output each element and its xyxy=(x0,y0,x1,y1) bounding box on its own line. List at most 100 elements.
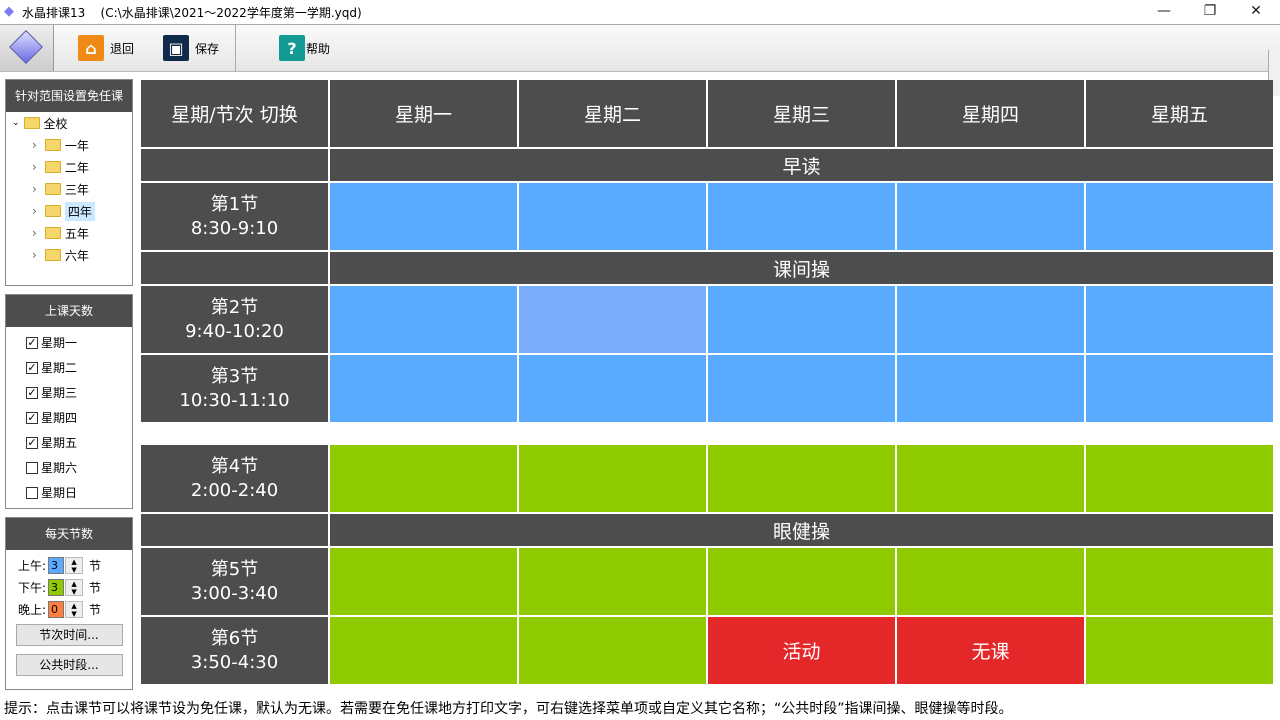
expand-arrow-icon[interactable]: › xyxy=(32,138,37,152)
schedule-cell[interactable]: 无课 xyxy=(897,617,1084,684)
evening-periods-row: 晚上:0▲▼ 节 xyxy=(6,598,132,620)
checkbox-icon[interactable]: ✓ xyxy=(26,362,38,374)
afternoon-spinner[interactable]: ▲▼ xyxy=(65,579,83,596)
maximize-button[interactable]: ❐ xyxy=(1187,0,1233,24)
schedule-cell[interactable] xyxy=(519,548,706,615)
checkbox-icon[interactable]: ✓ xyxy=(26,412,38,424)
days-panel: 上课天数 ✓星期一✓星期二✓星期三✓星期四✓星期五星期六星期日 xyxy=(5,294,133,509)
period-name: 第5节 xyxy=(211,558,258,582)
status-bar: 提示：点击课节可以将课节设为免任课，默认为无课。若需要在免任课地方打印文字，可右… xyxy=(0,698,1280,720)
checkbox-icon[interactable] xyxy=(26,487,38,499)
app-title: 水晶排课13 xyxy=(22,6,85,20)
schedule-cell[interactable] xyxy=(519,445,706,512)
public-period-row[interactable]: 课间操 xyxy=(330,252,1273,284)
expand-arrow-icon[interactable]: › xyxy=(32,248,37,262)
tree-label: 三年 xyxy=(65,181,89,198)
schedule-cell[interactable] xyxy=(330,286,517,353)
day-checkbox[interactable]: ✓星期二 xyxy=(6,355,132,380)
schedule-cell[interactable] xyxy=(1086,445,1273,512)
schedule-cell[interactable] xyxy=(897,548,1084,615)
unit-label: 节 xyxy=(89,579,101,596)
app-icon: ◆ xyxy=(4,4,14,19)
schedule-cell[interactable]: 活动 xyxy=(708,617,895,684)
schedule-cell[interactable] xyxy=(708,355,895,422)
scope-panel-title: 针对范围设置免任课 xyxy=(6,80,132,112)
unit-label: 节 xyxy=(89,557,101,574)
tree-item-grade[interactable]: › 三年 xyxy=(6,178,132,200)
evening-spinner[interactable]: ▲▼ xyxy=(65,601,83,618)
schedule-cell[interactable] xyxy=(1086,548,1273,615)
tree-label: 二年 xyxy=(65,159,89,176)
schedule-cell[interactable] xyxy=(330,617,517,684)
period-name: 第4节 xyxy=(211,455,258,479)
day-label: 星期四 xyxy=(41,409,77,426)
checkbox-icon[interactable]: ✓ xyxy=(26,437,38,449)
expand-arrow-icon[interactable]: › xyxy=(32,182,37,196)
crystal-logo-icon[interactable] xyxy=(0,25,54,71)
period-label: 第5节3:00-3:40 xyxy=(141,548,328,615)
day-checkbox[interactable]: ✓星期五 xyxy=(6,430,132,455)
evening-label: 晚上: xyxy=(18,601,46,618)
back-label: 退回 xyxy=(110,40,134,57)
tree-item-grade[interactable]: ›六年 xyxy=(6,244,132,266)
schedule-cell[interactable] xyxy=(897,445,1084,512)
public-period-button[interactable]: 公共时段... xyxy=(16,654,123,676)
folder-icon xyxy=(45,161,61,173)
expand-arrow-icon[interactable]: › xyxy=(32,226,37,240)
back-button[interactable]: ⌂ 退回 xyxy=(78,35,134,61)
checkbox-icon[interactable] xyxy=(26,462,38,474)
period-time-button[interactable]: 节次时间... xyxy=(16,624,123,646)
tree-item-grade[interactable]: ›一年 xyxy=(6,134,132,156)
expand-arrow-icon[interactable]: › xyxy=(32,204,37,218)
schedule-cell[interactable] xyxy=(330,183,517,250)
day-checkbox[interactable]: 星期日 xyxy=(6,480,132,505)
period-label: 第6节3:50-4:30 xyxy=(141,617,328,684)
schedule-cell[interactable] xyxy=(519,617,706,684)
schedule-cell[interactable] xyxy=(708,286,895,353)
day-checkbox[interactable]: ✓星期一 xyxy=(6,330,132,355)
tree-root[interactable]: ⌄全校 xyxy=(6,112,132,134)
window-title: 水晶排课13 (C:\水晶排课\2021～2022学年度第一学期.yqd) xyxy=(22,4,362,21)
schedule-cell[interactable] xyxy=(897,286,1084,353)
afternoon-periods-input[interactable]: 3 xyxy=(48,579,64,596)
help-button[interactable]: ? 帮助 xyxy=(279,35,330,61)
morning-spinner[interactable]: ▲▼ xyxy=(65,557,83,574)
day-checkbox[interactable]: 星期六 xyxy=(6,455,132,480)
unit-label: 节 xyxy=(89,601,101,618)
public-period-row[interactable]: 眼健操 xyxy=(330,514,1273,546)
tree-item-grade[interactable]: ›五年 xyxy=(6,222,132,244)
schedule-cell[interactable] xyxy=(708,445,895,512)
expand-arrow-icon[interactable]: › xyxy=(32,160,37,174)
tree-item-grade[interactable]: ›四年 xyxy=(6,200,132,222)
close-button[interactable]: ✕ xyxy=(1233,0,1279,24)
checkbox-icon[interactable]: ✓ xyxy=(26,337,38,349)
schedule-cell[interactable] xyxy=(897,183,1084,250)
schedule-cell[interactable] xyxy=(519,355,706,422)
checkbox-icon[interactable]: ✓ xyxy=(26,387,38,399)
public-period-row[interactable]: 早读 xyxy=(330,149,1273,181)
schedule-cell[interactable] xyxy=(1086,286,1273,353)
schedule-cell[interactable] xyxy=(1086,355,1273,422)
day-header: 星期五 xyxy=(1086,80,1273,147)
schedule-cell[interactable] xyxy=(519,183,706,250)
schedule-cell[interactable] xyxy=(897,355,1084,422)
schedule-cell[interactable] xyxy=(519,286,706,353)
schedule-cell[interactable] xyxy=(708,183,895,250)
evening-periods-input[interactable]: 0 xyxy=(48,601,64,618)
tree-item-grade[interactable]: › 二年 xyxy=(6,156,132,178)
schedule-cell[interactable] xyxy=(330,355,517,422)
schedule-cell[interactable] xyxy=(330,548,517,615)
schedule-cell[interactable] xyxy=(1086,183,1273,250)
schedule-cell[interactable] xyxy=(330,445,517,512)
morning-periods-input[interactable]: 3 xyxy=(48,557,64,574)
save-button[interactable]: ▣ 保存 xyxy=(163,35,219,61)
schedule-cell[interactable] xyxy=(1086,617,1273,684)
day-checkbox[interactable]: ✓星期四 xyxy=(6,405,132,430)
period-time: 9:40-10:20 xyxy=(185,320,284,344)
grid-corner-toggle[interactable]: 星期/节次 切换 xyxy=(141,80,328,147)
day-checkbox[interactable]: ✓星期三 xyxy=(6,380,132,405)
folder-icon xyxy=(45,183,61,195)
minimize-button[interactable]: — xyxy=(1141,0,1187,24)
schedule-cell[interactable] xyxy=(708,548,895,615)
day-label: 星期五 xyxy=(41,434,77,451)
